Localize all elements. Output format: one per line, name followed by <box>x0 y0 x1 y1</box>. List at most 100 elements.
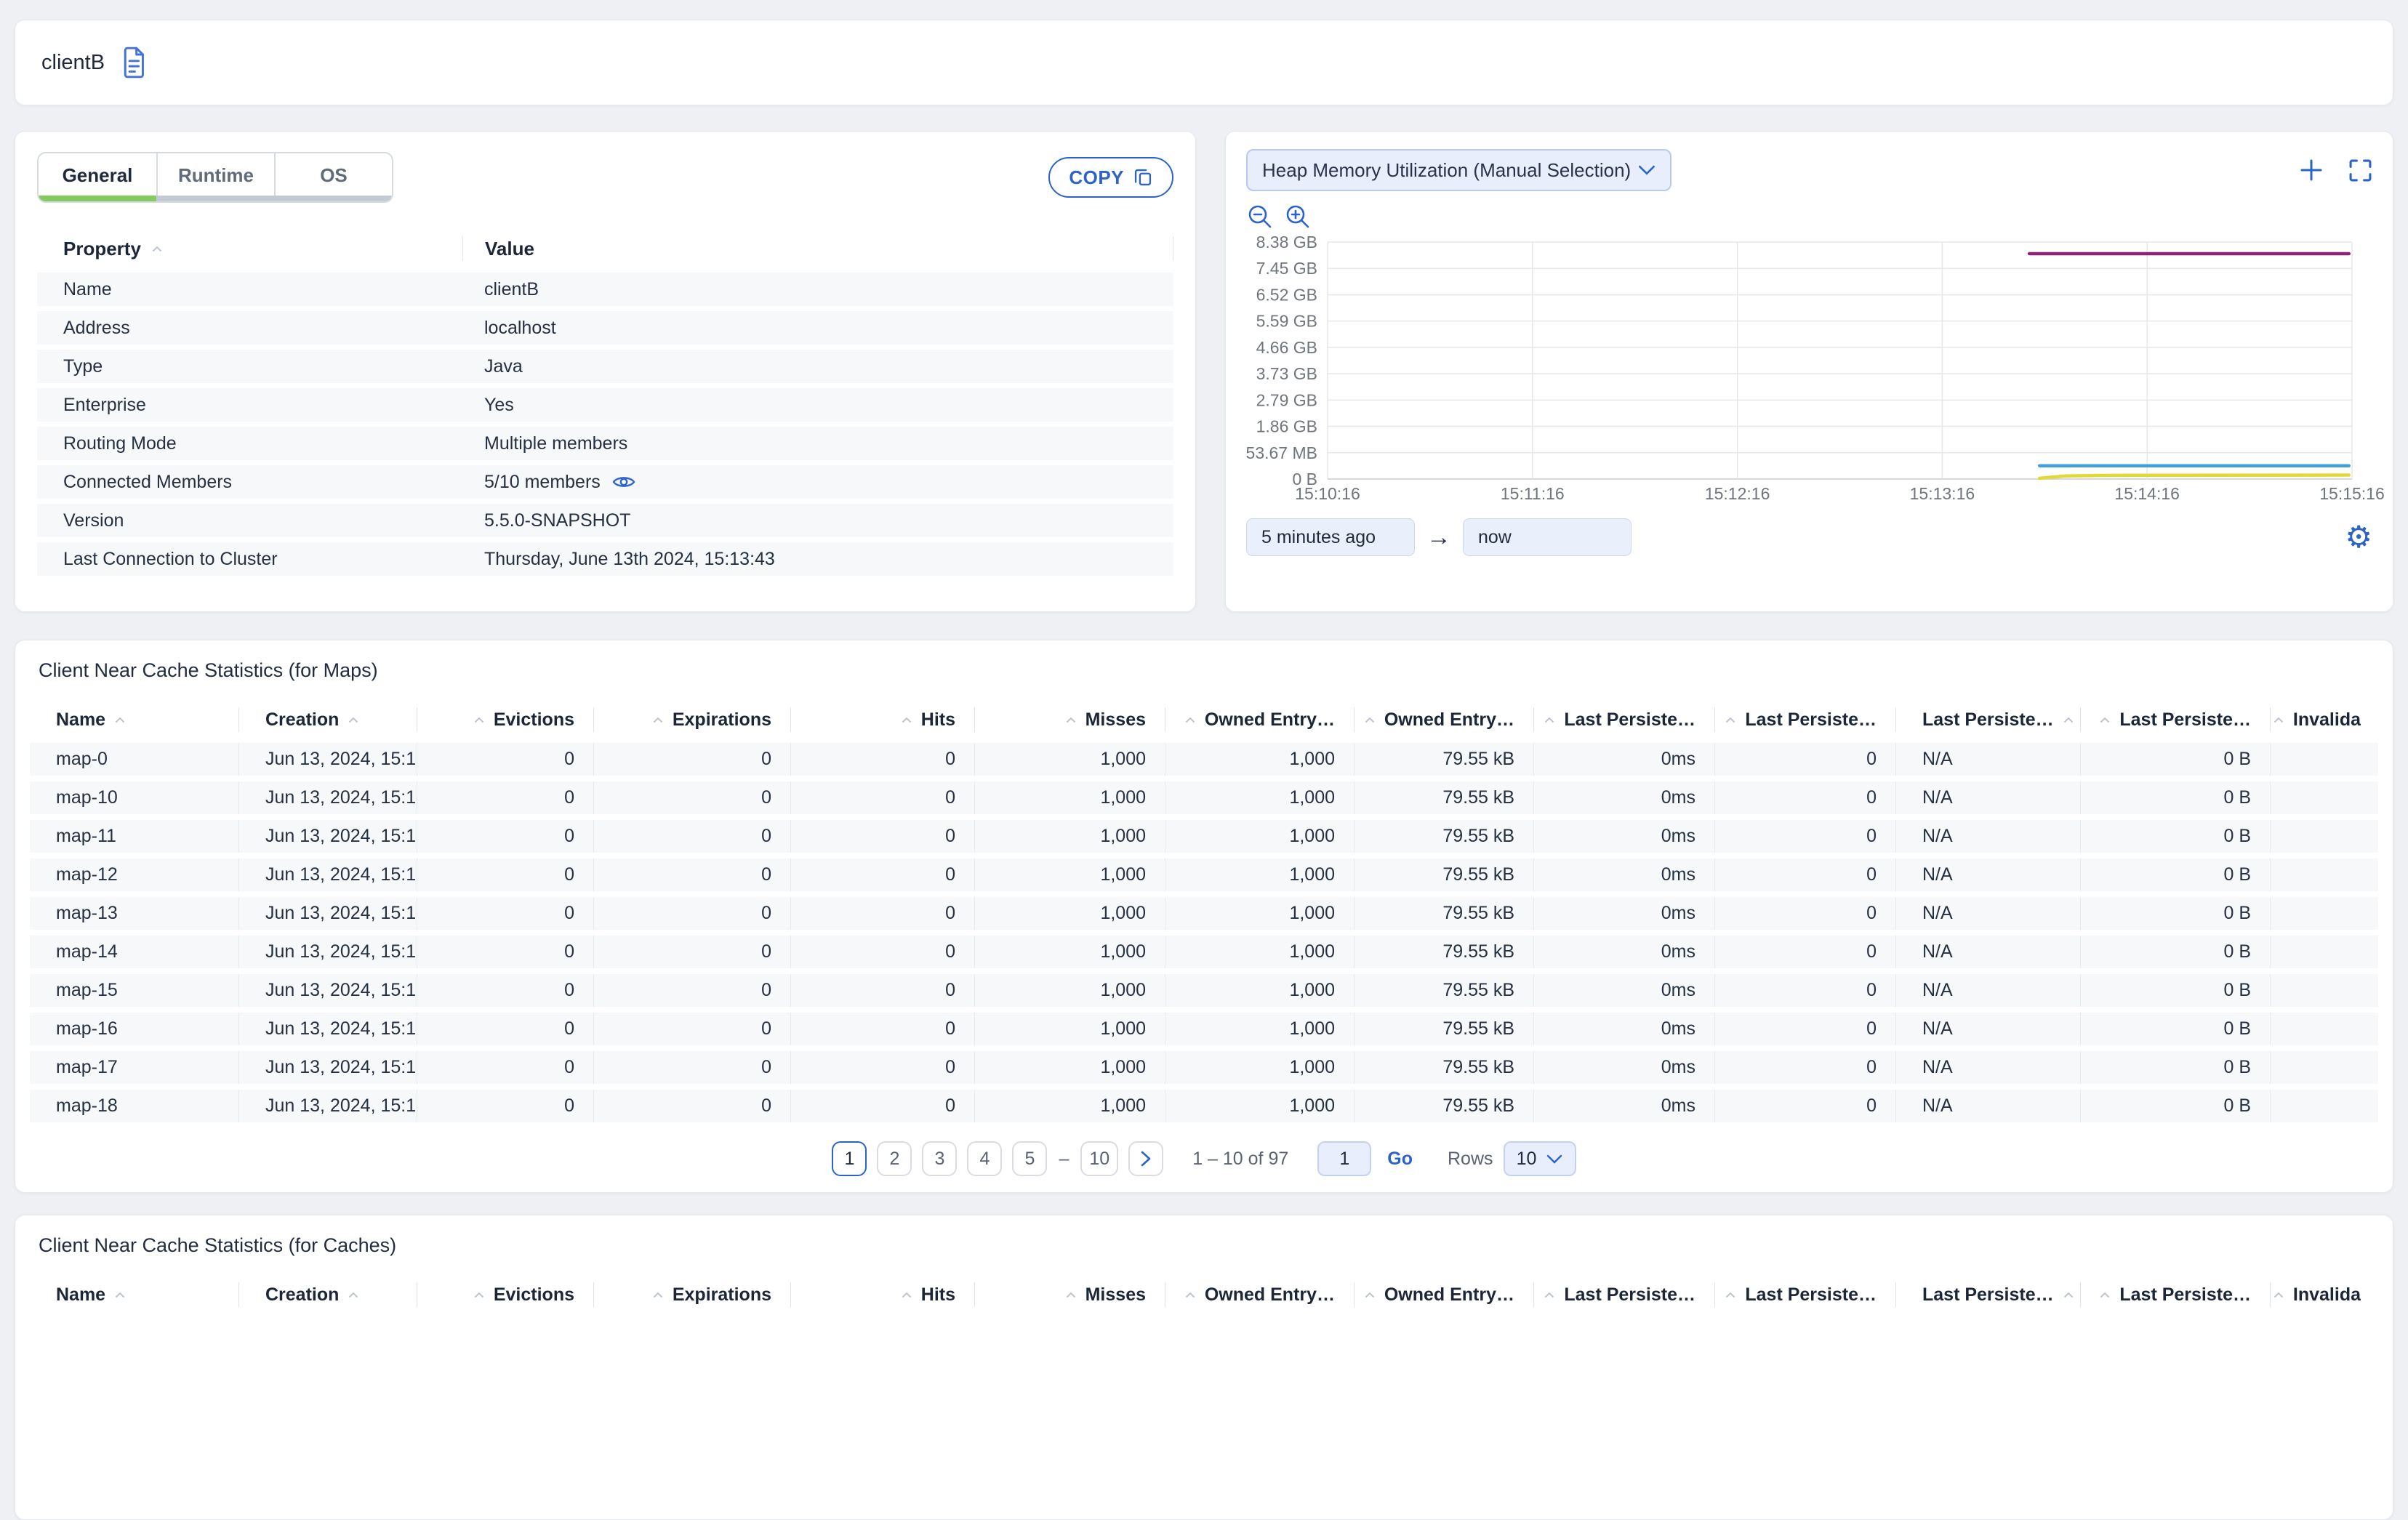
column-header-creation[interactable]: Creation <box>239 707 417 732</box>
table-row-map-14[interactable]: map-14Jun 13, 2024, 15:13:450001,0001,00… <box>30 936 2378 968</box>
svg-text:15:13:16: 15:13:16 <box>1910 484 1975 503</box>
column-header-hits[interactable]: Hits <box>791 707 975 732</box>
column-header-invalida[interactable]: Invalida <box>2271 707 2380 732</box>
cell-invalida <box>2271 936 2380 968</box>
column-header-last-persiste[interactable]: Last Persiste… <box>1715 1282 1896 1307</box>
page-button-4[interactable]: 4 <box>967 1141 1003 1176</box>
table-row-map-12[interactable]: map-12Jun 13, 2024, 15:13:450001,0001,00… <box>30 858 2378 891</box>
property-label: Connected Members <box>63 471 233 492</box>
sort-caret-icon <box>114 1291 126 1299</box>
column-header-last-persiste[interactable]: Last Persiste… <box>2081 707 2271 732</box>
zoom-out-button[interactable] <box>1246 203 1274 230</box>
column-header-last-persiste[interactable]: Last Persiste… <box>1896 1282 2081 1307</box>
property-label: Last Connection to Cluster <box>63 548 278 569</box>
column-header-name[interactable]: Name <box>30 707 239 732</box>
goto-page-input[interactable] <box>1317 1141 1372 1176</box>
column-header-last-persiste[interactable]: Last Persiste… <box>1534 707 1715 732</box>
table-row-map-0[interactable]: map-0Jun 13, 2024, 15:13:430001,0001,000… <box>30 743 2378 776</box>
column-header-owned-entry[interactable]: Owned Entry… <box>1354 707 1534 732</box>
cell-last-persiste: 0 B <box>2081 897 2271 930</box>
cell-last-persiste: 0ms <box>1534 1051 1715 1084</box>
page-button-1[interactable]: 1 <box>832 1141 867 1176</box>
metric-dropdown[interactable]: Heap Memory Utilization (Manual Selectio… <box>1246 149 1671 191</box>
column-header-expirations[interactable]: Expirations <box>594 1282 791 1307</box>
column-header-last-persiste[interactable]: Last Persiste… <box>1534 1282 1715 1307</box>
column-header-value[interactable]: Value <box>462 236 1173 261</box>
column-header-last-persiste[interactable]: Last Persiste… <box>1896 707 2081 732</box>
column-header-label: Misses <box>1085 709 1146 730</box>
general-info-card: General Runtime OS COPY Property Value N… <box>15 131 1196 612</box>
time-from-input[interactable] <box>1246 518 1415 556</box>
svg-text:15:10:16: 15:10:16 <box>1295 484 1360 503</box>
property-value: Java <box>462 356 1173 377</box>
table-row-map-16[interactable]: map-16Jun 13, 2024, 15:13:450001,0001,00… <box>30 1013 2378 1045</box>
go-button[interactable]: Go <box>1387 1149 1413 1170</box>
column-header-owned-entry[interactable]: Owned Entry… <box>1165 707 1354 732</box>
page-button-last[interactable]: 10 <box>1080 1141 1119 1176</box>
property-row-type: Type Java <box>37 350 1173 383</box>
sort-caret-icon <box>151 245 163 253</box>
rows-per-page-select[interactable]: 10 <box>1503 1141 1576 1176</box>
heap-memory-chart: 8.38 GB 7.45 GB 6.52 GB 5.59 GB 4.66 GB 3.73 … <box>1246 233 2385 503</box>
tab-os[interactable]: OS <box>274 153 392 201</box>
column-header-last-persiste[interactable]: Last Persiste… <box>2081 1282 2271 1307</box>
property-value: clientB <box>462 279 1173 300</box>
column-header-creation[interactable]: Creation <box>239 1282 417 1307</box>
column-header-hits[interactable]: Hits <box>791 1282 975 1307</box>
time-to-input[interactable] <box>1463 518 1632 556</box>
table-row-map-15[interactable]: map-15Jun 13, 2024, 15:13:450001,0001,00… <box>30 974 2378 1007</box>
cell-evictions: 0 <box>417 974 594 1007</box>
table-row-map-13[interactable]: map-13Jun 13, 2024, 15:13:450001,0001,00… <box>30 897 2378 930</box>
tab-runtime[interactable]: Runtime <box>156 153 274 201</box>
eye-icon[interactable] <box>612 473 635 491</box>
page-button-3[interactable]: 3 <box>922 1141 958 1176</box>
column-header-invalida[interactable]: Invalida <box>2271 1282 2380 1307</box>
tab-general[interactable]: General <box>39 153 156 201</box>
column-header-evictions[interactable]: Evictions <box>417 707 594 732</box>
cell-creation: Jun 13, 2024, 15:13:44 <box>239 820 417 853</box>
column-header-evictions[interactable]: Evictions <box>417 1282 594 1307</box>
column-header-label: Last Persiste… <box>2119 1284 2251 1305</box>
svg-text:15:14:16: 15:14:16 <box>2114 484 2180 503</box>
column-header-property[interactable]: Property <box>37 238 462 260</box>
svg-text:3.73 GB: 3.73 GB <box>1256 364 1317 383</box>
copy-button[interactable]: COPY <box>1048 157 1173 198</box>
cell-last-persiste: 0 <box>1715 1013 1896 1045</box>
cell-hits: 0 <box>791 936 975 968</box>
column-header-name[interactable]: Name <box>30 1282 239 1307</box>
column-header-owned-entry[interactable]: Owned Entry… <box>1165 1282 1354 1307</box>
chart-settings-button[interactable]: ⚙ <box>2345 522 2372 552</box>
sort-caret-icon <box>2063 716 2074 724</box>
column-header-last-persiste[interactable]: Last Persiste… <box>1715 707 1896 732</box>
column-header-expirations[interactable]: Expirations <box>594 707 791 732</box>
column-header-label: Name <box>56 709 106 730</box>
cell-last-persiste: N/A <box>1896 974 2081 1007</box>
page-button-5[interactable]: 5 <box>1012 1141 1048 1176</box>
column-header-label: Last Persiste… <box>1922 709 2054 730</box>
svg-text:6.52 GB: 6.52 GB <box>1256 285 1317 304</box>
cell-last-persiste: 0ms <box>1534 1013 1715 1045</box>
column-header-misses[interactable]: Misses <box>975 1282 1165 1307</box>
fullscreen-button[interactable] <box>2348 158 2372 182</box>
table-row-map-11[interactable]: map-11Jun 13, 2024, 15:13:440001,0001,00… <box>30 820 2378 853</box>
zoom-in-button[interactable] <box>1284 203 1312 230</box>
cell-evictions: 0 <box>417 897 594 930</box>
cell-creation: Jun 13, 2024, 15:13:44 <box>239 781 417 814</box>
sort-caret-icon <box>2273 716 2284 724</box>
property-row-last-connection-to-cluster: Last Connection to Cluster Thursday, June… <box>37 542 1173 576</box>
column-header-owned-entry[interactable]: Owned Entry… <box>1354 1282 1534 1307</box>
cell-last-persiste: 0 B <box>2081 820 2271 853</box>
column-header-misses[interactable]: Misses <box>975 707 1165 732</box>
cell-expirations: 0 <box>594 781 791 814</box>
page-button-2[interactable]: 2 <box>877 1141 912 1176</box>
cell-last-persiste: 0 <box>1715 1090 1896 1122</box>
cell-last-persiste: 0 <box>1715 936 1896 968</box>
next-page-button[interactable] <box>1128 1141 1164 1176</box>
sort-caret-icon <box>901 716 912 724</box>
table-row-map-18[interactable]: map-18Jun 13, 2024, 15:13:450001,0001,00… <box>30 1090 2378 1122</box>
document-icon[interactable] <box>121 47 147 79</box>
table-row-map-10[interactable]: map-10Jun 13, 2024, 15:13:440001,0001,00… <box>30 781 2378 814</box>
add-chart-button[interactable] <box>2299 158 2324 182</box>
table-row-map-17[interactable]: map-17Jun 13, 2024, 15:13:450001,0001,00… <box>30 1051 2378 1084</box>
cell-owned-entry: 79.55 kB <box>1354 781 1534 814</box>
